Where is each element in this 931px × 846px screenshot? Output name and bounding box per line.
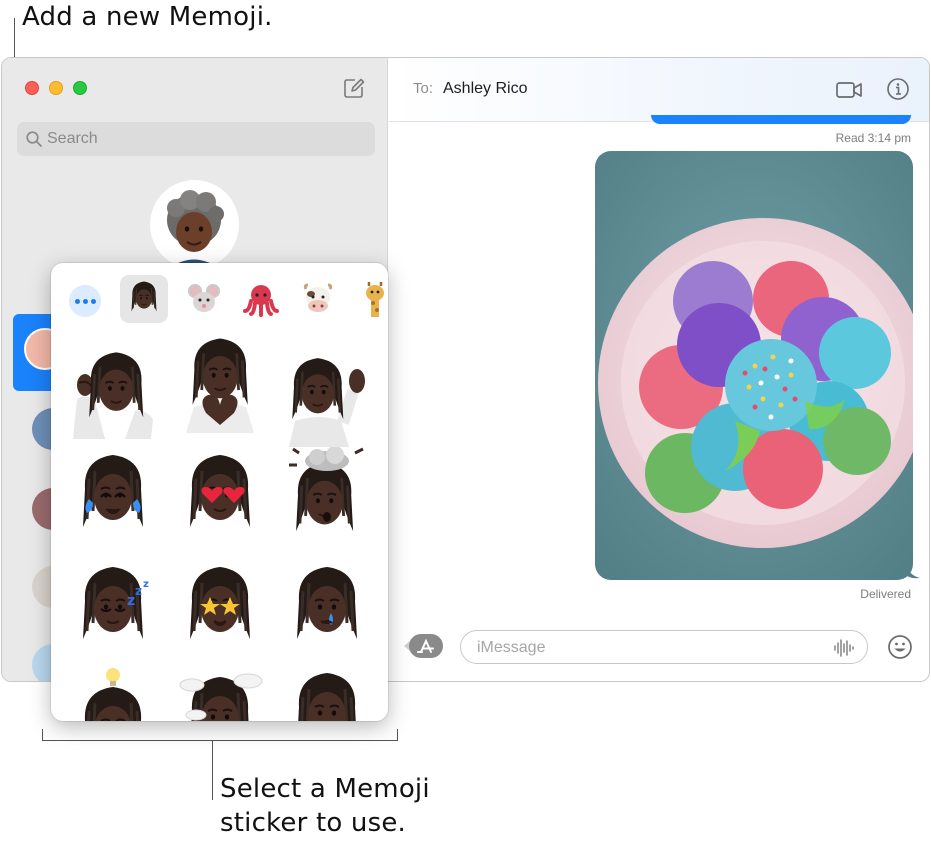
category-giraffe-icon[interactable] [353, 277, 388, 321]
sticker-star-struck[interactable] [172, 555, 268, 655]
bracket-right-tick [397, 729, 398, 741]
more-options-button[interactable] [64, 280, 106, 322]
sticker-crying[interactable] [279, 555, 375, 655]
sticker-sneezing[interactable] [279, 663, 375, 721]
callout-bottom-line-1: Select a Memoji [220, 774, 430, 804]
category-cow-icon[interactable] [296, 277, 340, 321]
sticker-call-me[interactable] [65, 339, 161, 439]
svg-text:z: z [127, 593, 135, 609]
search-placeholder: Search [47, 130, 98, 147]
close-window-button[interactable] [25, 81, 39, 95]
photo-bubble-tail [906, 563, 920, 579]
search-icon [25, 130, 43, 148]
sticker-tears-of-joy[interactable] [65, 447, 161, 547]
category-mouse-icon[interactable] [182, 277, 226, 321]
message-input[interactable]: iMessage [460, 630, 868, 664]
previous-message-bubble [651, 115, 911, 124]
bracket-horizontal [42, 740, 398, 741]
sticker-mind-blown[interactable] [279, 446, 375, 547]
sticker-head-in-clouds[interactable] [172, 663, 268, 721]
sticker-sleeping[interactable]: zzz [65, 555, 161, 655]
sticker-heart-hands[interactable] [172, 333, 268, 433]
read-receipt: Read 3:14 pm [835, 131, 911, 145]
search-field[interactable]: Search [17, 122, 375, 156]
category-memoji[interactable] [120, 275, 168, 323]
info-icon[interactable] [886, 77, 910, 101]
maximize-window-button[interactable] [73, 81, 87, 95]
sticker-wave[interactable] [279, 347, 375, 447]
pinned-contact-avatar[interactable] [150, 180, 239, 269]
sticker-heart-eyes[interactable] [172, 447, 268, 547]
audio-waveform-icon[interactable] [833, 638, 855, 658]
more-icon [69, 285, 101, 317]
delivered-status: Delivered [860, 587, 911, 601]
svg-text:z: z [143, 579, 149, 590]
svg-text:z: z [135, 584, 142, 598]
callout-select-sticker: Select a Memoji sticker to use. [220, 772, 430, 840]
sticker-idea[interactable] [65, 663, 161, 721]
callout-bottom-line-2: sticker to use. [220, 808, 406, 838]
bracket-left-tick [42, 729, 43, 741]
compose-icon[interactable] [343, 77, 365, 99]
to-label: To: [413, 80, 434, 97]
memoji-sticker-picker: zzz [51, 263, 388, 721]
category-octopus-icon[interactable] [239, 277, 283, 321]
message-placeholder: iMessage [477, 639, 546, 656]
bracket-stem [212, 740, 213, 800]
callout-add-memoji: Add a new Memoji. [22, 2, 273, 32]
conversation-header: To: Ashley Rico [389, 58, 929, 122]
photo-message[interactable] [595, 151, 913, 580]
minimize-window-button[interactable] [49, 81, 63, 95]
app-store-icon[interactable] [404, 631, 444, 661]
recipient-name[interactable]: Ashley Rico [443, 80, 527, 98]
video-call-icon[interactable] [835, 77, 863, 103]
emoji-icon[interactable] [887, 634, 913, 660]
